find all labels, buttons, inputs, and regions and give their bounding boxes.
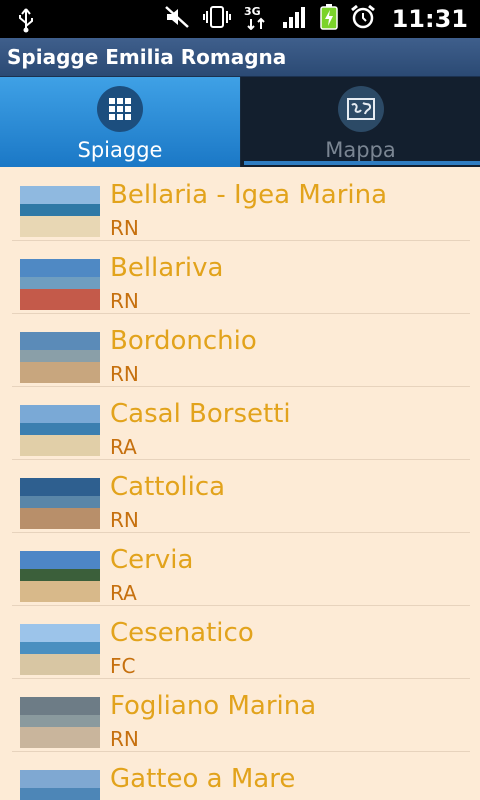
- thumbnail-sky: [20, 259, 100, 277]
- beach-thumbnail: [20, 624, 100, 675]
- beach-province: RN: [110, 362, 139, 386]
- vibrate-icon: [202, 5, 232, 33]
- thumbnail-sea: [20, 277, 100, 289]
- thumbnail-sky: [20, 332, 100, 350]
- beach-name: Bordonchio: [110, 326, 257, 356]
- tab-spiagge[interactable]: Spiagge: [0, 77, 240, 167]
- list-item[interactable]: Bellariva RN: [12, 241, 470, 314]
- beach-province: RA: [110, 435, 137, 459]
- beach-name: Casal Borsetti: [110, 399, 291, 429]
- beach-name: Cervia: [110, 545, 194, 575]
- beach-thumbnail: [20, 259, 100, 310]
- thumbnail-sea: [20, 496, 100, 508]
- beach-province: RN: [110, 508, 139, 532]
- thumbnail-sky: [20, 770, 100, 788]
- mute-icon: [164, 5, 190, 33]
- beach-name: Cattolica: [110, 472, 226, 502]
- alarm-icon: [350, 4, 376, 34]
- signal-icon: [282, 5, 308, 33]
- thumbnail-sea: [20, 423, 100, 435]
- thumbnail-sand: [20, 435, 100, 456]
- beach-thumbnail: [20, 186, 100, 237]
- thumbnail-sand: [20, 654, 100, 675]
- thumbnail-sea: [20, 788, 100, 800]
- thumbnail-sky: [20, 478, 100, 496]
- thumbnail-sky: [20, 186, 100, 204]
- status-bar: 3G 11:31: [0, 0, 480, 38]
- beach-province: RA: [110, 581, 137, 605]
- thumbnail-sand: [20, 362, 100, 383]
- beach-thumbnail: [20, 405, 100, 456]
- 3g-icon: 3G: [244, 4, 270, 34]
- beach-province: FC: [110, 654, 136, 678]
- thumbnail-sand: [20, 216, 100, 237]
- list-item[interactable]: Gatteo a MareFC: [12, 752, 470, 800]
- battery-charging-icon: [319, 4, 338, 34]
- list-item[interactable]: Bellaria - Igea Marina RN: [12, 168, 470, 241]
- usb-icon: [16, 7, 36, 37]
- thumbnail-sky: [20, 624, 100, 642]
- thumbnail-sea: [20, 350, 100, 362]
- thumbnail-sand: [20, 289, 100, 310]
- beach-thumbnail: [20, 697, 100, 748]
- grid-icon: [97, 86, 143, 132]
- beach-thumbnail: [20, 478, 100, 529]
- thumbnail-sea: [20, 715, 100, 727]
- thumbnail-sand: [20, 581, 100, 602]
- thumbnail-sky: [20, 551, 100, 569]
- thumbnail-sea: [20, 569, 100, 581]
- list-item[interactable]: Fogliano Marina RN: [12, 679, 470, 752]
- thumbnail-sea: [20, 204, 100, 216]
- thumbnail-sky: [20, 697, 100, 715]
- beach-name: Cesenatico: [110, 618, 254, 648]
- map-icon: [337, 86, 384, 132]
- beach-thumbnail: [20, 551, 100, 602]
- tab-bar: Spiagge Mappa: [0, 77, 480, 167]
- beach-province: RN: [110, 289, 139, 313]
- beach-thumbnail: [20, 332, 100, 383]
- beach-name: Fogliano Marina: [110, 691, 317, 721]
- beach-name: Bellaria - Igea Marina: [110, 180, 388, 210]
- beach-province: RN: [110, 727, 139, 751]
- clock: 11:31: [391, 5, 468, 33]
- beach-province: RN: [110, 216, 139, 240]
- thumbnail-sea: [20, 642, 100, 654]
- thumbnail-sky: [20, 405, 100, 423]
- svg-text:3G: 3G: [244, 5, 261, 18]
- list-item[interactable]: Casal Borsetti RA: [12, 387, 470, 460]
- tab-mappa[interactable]: Mappa: [241, 77, 480, 167]
- app-title: Spiagge Emilia Romagna: [7, 45, 287, 69]
- tab-indicator: [244, 161, 480, 165]
- list-item[interactable]: Cervia RA: [12, 533, 470, 606]
- list-item[interactable]: Bordonchio RN: [12, 314, 470, 387]
- list-item[interactable]: Cesenatico FC: [12, 606, 470, 679]
- thumbnail-sand: [20, 727, 100, 748]
- app-title-bar: Spiagge Emilia Romagna: [0, 38, 480, 77]
- beach-name: Gatteo a Mare: [110, 764, 296, 794]
- tab-spiagge-label: Spiagge: [77, 138, 163, 162]
- beach-thumbnail: [20, 770, 100, 800]
- thumbnail-sand: [20, 508, 100, 529]
- tab-mappa-label: Mappa: [325, 138, 396, 162]
- list-item[interactable]: Cattolica RN: [12, 460, 470, 533]
- beach-name: Bellariva: [110, 253, 224, 283]
- beach-list[interactable]: Bellaria - Igea Marina RN Bellariva RN Bordo…: [0, 168, 480, 800]
